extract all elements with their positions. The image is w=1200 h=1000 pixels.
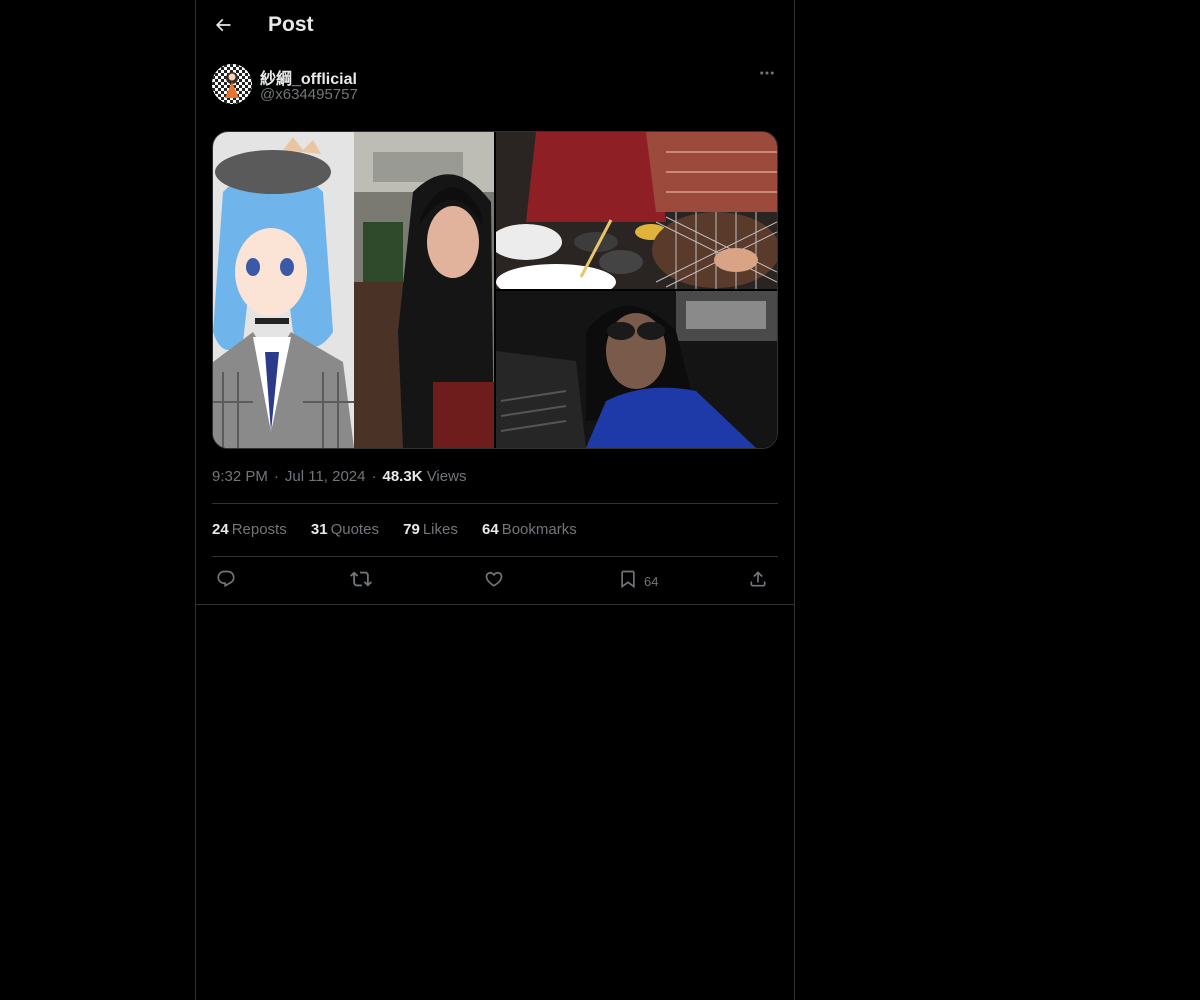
arrow-left-icon	[213, 15, 233, 40]
divider	[212, 503, 778, 504]
post-column: Post 紗綱_offlicial @x634495757 9:32 PM · …	[195, 0, 795, 1000]
stat-label: Bookmarks	[501, 521, 577, 538]
stat-bookmarks[interactable]: 64 Bookmarks	[482, 521, 577, 538]
bookmark-button[interactable]: 64	[618, 566, 658, 596]
post-time[interactable]: 9:32 PM	[212, 468, 268, 485]
reply-icon	[216, 569, 236, 594]
share-button[interactable]	[748, 566, 768, 596]
stat-quotes[interactable]: 31 Quotes	[311, 521, 379, 538]
back-button[interactable]	[208, 9, 238, 45]
media-image-2[interactable]	[496, 132, 777, 289]
bookmark-icon	[618, 569, 638, 594]
views-label: Views	[426, 468, 467, 485]
repost-icon	[350, 568, 372, 595]
post-author: 紗綱_offlicial @x634495757	[212, 64, 778, 108]
media-image-1[interactable]	[213, 132, 494, 448]
stat-label: Reposts	[231, 521, 287, 538]
stat-count: 24	[212, 521, 229, 538]
media-image-3[interactable]	[496, 291, 777, 448]
divider	[196, 604, 794, 605]
bookmark-count: 64	[644, 573, 659, 589]
avatar[interactable]	[212, 64, 252, 104]
post-actions: 64	[212, 566, 778, 596]
stat-reposts[interactable]: 24 Reposts	[212, 521, 287, 538]
post-media-grid	[212, 131, 778, 449]
stat-count: 64	[482, 521, 499, 538]
stat-likes[interactable]: 79 Likes	[403, 521, 458, 538]
meta-separator: ·	[371, 468, 377, 485]
stat-count: 31	[310, 521, 328, 538]
author-handle[interactable]: @x634495757	[260, 86, 358, 103]
meta-separator: ·	[273, 468, 279, 485]
page-title: Post	[268, 13, 314, 36]
more-horizontal-icon	[758, 64, 776, 87]
like-button[interactable]	[484, 566, 504, 596]
views-count: 48.3K	[382, 468, 423, 485]
divider	[212, 556, 778, 557]
post-header: Post	[196, 0, 794, 54]
post-stats: 24 Reposts 31 Quotes 79 Likes 64 Bookmarks	[212, 521, 597, 538]
share-icon	[748, 569, 768, 594]
repost-button[interactable]	[350, 566, 372, 596]
stat-label: Likes	[422, 521, 458, 538]
post-meta: 9:32 PM · Jul 11, 2024 · 48.3K Views	[212, 468, 466, 485]
heart-icon	[484, 569, 504, 594]
stat-count: 79	[403, 521, 420, 538]
more-button[interactable]	[756, 64, 778, 86]
reply-button[interactable]	[216, 566, 236, 596]
post-date[interactable]: Jul 11, 2024	[285, 468, 366, 485]
stat-label: Quotes	[330, 521, 379, 538]
